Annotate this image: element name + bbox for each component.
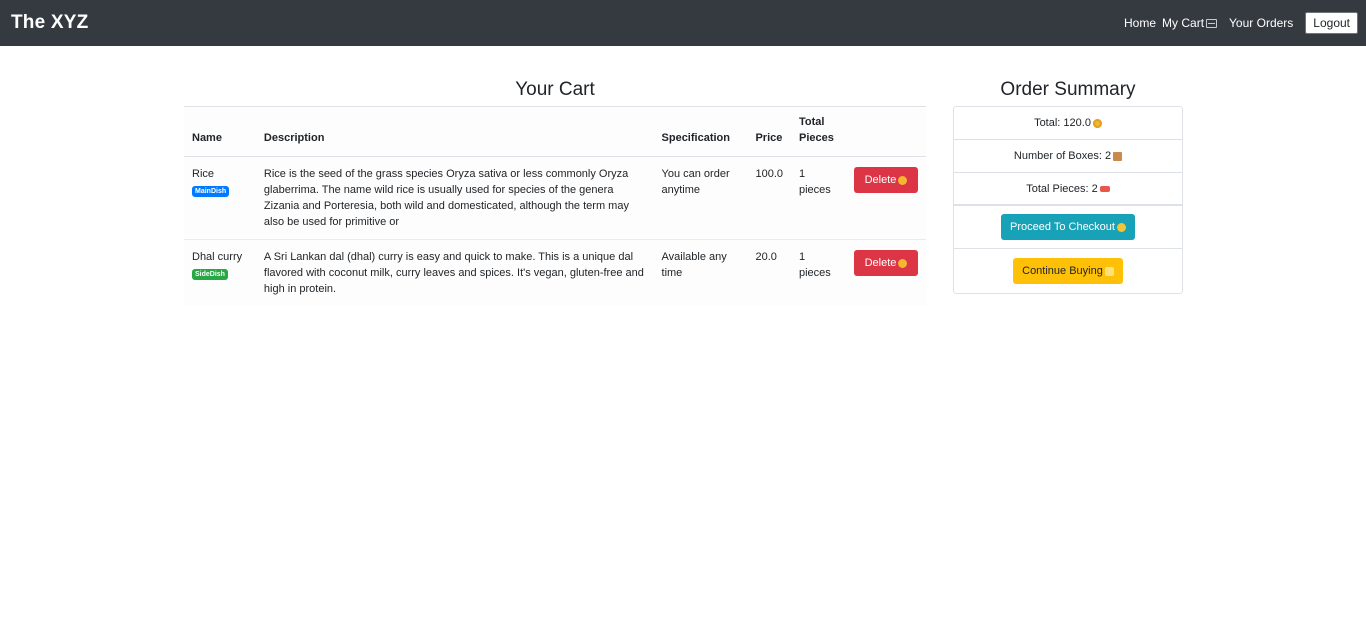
summary-continue-row: Continue Buying <box>954 249 1182 293</box>
nav-my-cart-link[interactable]: My Cart <box>1162 16 1218 30</box>
logout-button[interactable]: Logout <box>1305 12 1358 34</box>
nav-home-link[interactable]: Home <box>1124 16 1156 30</box>
item-name: Dhal curry <box>192 251 243 263</box>
brand-logo[interactable]: The XYZ <box>11 12 88 34</box>
col-price-header: Price <box>747 106 791 157</box>
delete-label: Delete <box>864 257 897 269</box>
proceed-to-checkout-button[interactable]: Proceed To Checkout <box>1001 214 1135 240</box>
delete-button[interactable]: Delete <box>854 167 918 193</box>
col-total-pieces-header: Total Pieces <box>791 106 846 157</box>
item-name-cell: Rice MainDish <box>184 156 256 240</box>
item-name: Rice <box>192 168 215 180</box>
table-row: Dhal curry SideDish A Sri Lankan dal (dh… <box>184 240 926 307</box>
summary-card: Total: 120.0 Number of Boxes: 2 Total Pi… <box>953 106 1183 294</box>
money-face-icon <box>1092 118 1102 128</box>
delete-label: Delete <box>864 174 897 186</box>
nav-my-cart-label: My Cart <box>1162 16 1205 30</box>
col-specification-header: Specification <box>653 106 748 157</box>
category-badge: SideDish <box>192 269 228 280</box>
handshake-icon <box>1116 222 1126 232</box>
item-name-cell: Dhal curry SideDish <box>184 240 256 307</box>
item-price: 20.0 <box>755 251 777 263</box>
item-pieces: 1 pieces <box>799 251 831 279</box>
col-name-header: Name <box>184 106 256 157</box>
delete-button[interactable]: Delete <box>854 250 918 276</box>
summary-checkout-row: Proceed To Checkout <box>954 206 1182 249</box>
item-specification: You can order anytime <box>653 156 748 240</box>
hand-icon <box>1104 266 1114 276</box>
summary-pieces: Total Pieces: 2 <box>1026 182 1098 195</box>
sad-face-icon <box>898 258 908 268</box>
nav-your-orders-link[interactable]: Your Orders <box>1229 16 1293 30</box>
category-badge: MainDish <box>192 186 230 197</box>
cart-section: Your Cart Name Description Specification… <box>184 78 926 306</box>
summary-total-row: Total: 120.0 <box>954 107 1182 140</box>
item-description: Rice is the seed of the grass species Or… <box>255 156 654 240</box>
sad-face-icon <box>898 175 908 185</box>
summary-pieces-row: Total Pieces: 2 <box>954 173 1182 206</box>
shopping-cart-icon <box>1206 18 1218 28</box>
sushi-icon <box>1099 185 1110 192</box>
nav-links: Home My Cart Your Orders Logout <box>1124 12 1358 34</box>
top-navbar: The XYZ Home My Cart Your Orders Logout <box>0 0 1366 46</box>
summary-title: Order Summary <box>1000 79 1136 100</box>
continue-buying-button[interactable]: Continue Buying <box>1013 258 1123 284</box>
item-description: A Sri Lankan dal (dhal) curry is easy an… <box>263 251 644 295</box>
order-summary-section: Order Summary Total: 120.0 Number of Box… <box>953 78 1183 294</box>
summary-total: Total: 120.0 <box>1034 117 1091 129</box>
cart-table: Name Description Specification Price Tot… <box>184 106 926 306</box>
col-description-header: Description <box>255 106 654 157</box>
cart-title: Your Cart <box>515 79 595 100</box>
item-actions: Delete <box>846 240 926 307</box>
col-actions-header <box>846 106 926 157</box>
cart-table-header: Name Description Specification Price Tot… <box>184 106 926 157</box>
package-icon <box>1113 151 1123 161</box>
table-row: Rice MainDish Rice is the seed of the gr… <box>184 156 926 240</box>
continue-label: Continue Buying <box>1022 265 1103 277</box>
item-actions: Delete <box>846 156 926 240</box>
item-pieces: 1 pieces <box>791 156 846 240</box>
summary-boxes-row: Number of Boxes: 2 <box>954 140 1182 173</box>
checkout-label: Proceed To Checkout <box>1010 221 1115 233</box>
item-price: 100.0 <box>747 156 791 240</box>
summary-boxes: Number of Boxes: 2 <box>1013 150 1112 162</box>
item-specification: Available any time <box>661 251 727 279</box>
